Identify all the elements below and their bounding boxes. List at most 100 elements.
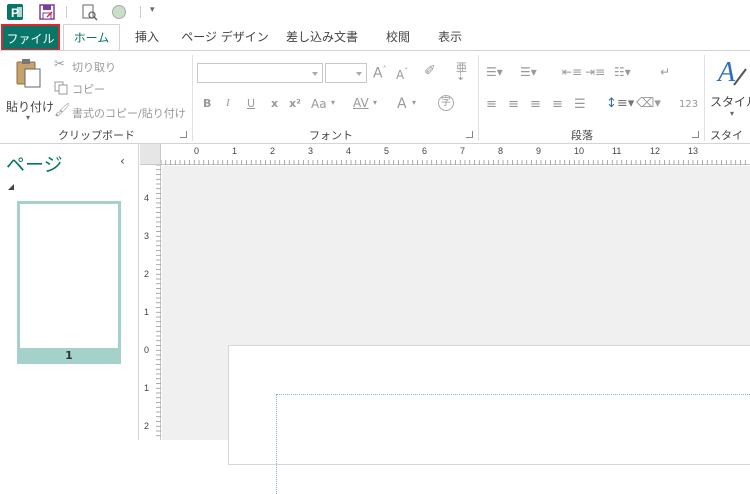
ribbon-separator <box>192 55 193 141</box>
increase-indent-icon[interactable]: ⇥≡ <box>585 65 605 79</box>
publisher-logo-icon[interactable]: P <box>6 3 24 21</box>
horizontal-ruler-ticks: 1012345678910111213 <box>161 144 750 165</box>
ruler-label: 3 <box>144 231 149 241</box>
italic-button[interactable]: I <box>226 97 230 109</box>
ruler-label: 6 <box>422 146 427 156</box>
ruler-label: 2 <box>270 146 275 156</box>
page-navigation-pane: ページ ‹ 1 <box>0 144 139 440</box>
qat-separator <box>66 6 67 18</box>
tab-review[interactable]: 校閲 <box>378 24 418 50</box>
tab-home[interactable]: ホーム <box>63 24 120 51</box>
line-spacing-icon[interactable]: ↕≡▾ <box>606 96 634 111</box>
collapse-pane-icon[interactable]: ‹ <box>120 154 125 168</box>
superscript-button[interactable]: x² <box>289 97 301 110</box>
ruler-label: 7 <box>460 146 465 156</box>
ruler-label: 5 <box>384 146 389 156</box>
styles-label: スタイル <box>710 93 750 110</box>
paste-icon <box>14 57 42 92</box>
tab-mailings[interactable]: 差し込み文書 <box>282 24 362 50</box>
grow-font-icon[interactable]: A˄ <box>373 65 387 82</box>
document-page[interactable] <box>228 345 750 465</box>
font-name-combo[interactable] <box>197 63 323 83</box>
ruler-label: 0 <box>194 146 199 156</box>
align-right-icon[interactable]: ≡ <box>530 97 541 112</box>
columns-icon[interactable]: ☷▾ <box>614 65 631 79</box>
ruler-label: 2 <box>144 269 149 279</box>
styles-icon: A <box>716 55 748 90</box>
ruler-label: 10 <box>574 146 584 156</box>
page-thumbnail[interactable] <box>17 201 121 361</box>
numbers-button[interactable]: 123 <box>679 99 698 110</box>
ribbon-home: 貼り付け ▾ ✂ 切り取り コピー 🖌 書式のコピー/貼り付け クリップボード … <box>0 50 750 144</box>
shrink-font-icon[interactable]: A˅ <box>396 67 408 82</box>
workspace-canvas[interactable] <box>162 166 750 440</box>
tab-page-design[interactable]: ページ デザイン <box>180 24 270 50</box>
distributed-icon[interactable]: ☰ <box>574 97 586 112</box>
align-center-icon[interactable]: ≡ <box>508 97 519 112</box>
justify-icon[interactable]: ≡ <box>552 97 563 112</box>
svg-text:A: A <box>716 57 736 87</box>
customize-qat-icon[interactable]: ▾ <box>150 5 168 23</box>
ruler-label: 9 <box>536 146 541 156</box>
ruler-label: 11 <box>612 146 621 156</box>
align-left-icon[interactable]: ≡ <box>486 97 497 112</box>
clear-format-icon[interactable]: ✐ <box>424 63 436 79</box>
margin-guide <box>276 394 750 494</box>
clipboard-dialog-launcher[interactable] <box>180 131 187 138</box>
tab-insert[interactable]: 挿入 <box>128 24 166 50</box>
chevron-down-icon: ▾ <box>730 109 734 118</box>
cut-button[interactable]: ✂ 切り取り <box>54 57 124 75</box>
vertical-text-icon[interactable]: 亜⇣ <box>456 63 467 81</box>
change-case-button[interactable]: Aa <box>311 97 327 111</box>
quick-access-toolbar: P ▾ <box>0 0 750 24</box>
qat-separator <box>140 6 141 18</box>
font-size-combo[interactable] <box>325 63 367 83</box>
chevron-down-icon: ▾ <box>26 113 30 122</box>
ribbon-separator <box>478 55 479 141</box>
chevron-down-icon[interactable]: ▾ <box>412 98 416 107</box>
shading-icon[interactable]: ⌫▾ <box>636 96 661 111</box>
copy-button[interactable]: コピー <box>54 79 124 97</box>
paragraph-group-label: 段落 <box>571 127 593 143</box>
line-break-icon[interactable]: ↵ <box>660 65 670 79</box>
tab-file[interactable]: ファイル <box>1 24 60 51</box>
chevron-down-icon[interactable]: ▾ <box>373 98 377 107</box>
font-dialog-launcher[interactable] <box>466 131 473 138</box>
chevron-down-icon[interactable]: ▾ <box>331 98 335 107</box>
copy-icon <box>54 81 68 98</box>
circle-icon[interactable] <box>110 3 128 21</box>
ribbon-separator <box>704 55 705 141</box>
format-painter-icon: 🖌 <box>54 103 71 118</box>
horizontal-ruler[interactable]: 1012345678910111213 <box>161 144 750 165</box>
bullets-icon[interactable]: ☰▾ <box>486 65 503 79</box>
decrease-indent-icon[interactable]: ⇤≡ <box>562 65 582 79</box>
strikethrough-button[interactable]: x <box>271 97 278 110</box>
numbering-icon[interactable]: ☰▾ <box>520 65 537 79</box>
nav-pane-title: ページ <box>6 150 63 177</box>
enclosed-char-icon[interactable]: 字 <box>438 95 454 111</box>
paragraph-dialog-launcher[interactable] <box>692 131 699 138</box>
ruler-label: 12 <box>650 146 660 156</box>
expand-triangle-icon[interactable] <box>8 184 14 190</box>
vertical-ruler-ticks: 4321012 <box>140 165 161 440</box>
underline-button[interactable]: U <box>247 97 255 110</box>
ruler-label: 0 <box>144 345 149 355</box>
bold-button[interactable]: B <box>203 97 211 110</box>
ribbon-tabs: ファイル ホーム 挿入 ページ デザイン 差し込み文書 校閲 表示 <box>0 24 750 50</box>
paste-button[interactable]: 貼り付け ▾ <box>4 57 50 119</box>
ruler-label: 8 <box>498 146 503 156</box>
format-painter-button[interactable]: 🖌 書式のコピー/貼り付け <box>54 103 188 121</box>
print-preview-icon[interactable] <box>80 3 98 21</box>
clipboard-group-label: クリップボード <box>58 127 135 143</box>
char-spacing-button[interactable]: AV <box>353 96 369 110</box>
styles-button[interactable]: A スタイル ▾ <box>708 55 750 119</box>
ruler-corner[interactable] <box>140 144 161 165</box>
vertical-ruler[interactable]: 4321012 <box>140 165 161 440</box>
font-color-button[interactable]: A <box>397 96 407 112</box>
ruler-label: 4 <box>144 193 149 203</box>
ruler-label: 3 <box>308 146 313 156</box>
tab-view[interactable]: 表示 <box>430 24 470 50</box>
ruler-label: 1 <box>144 307 149 317</box>
save-icon[interactable] <box>38 3 56 21</box>
page-thumbnail-number: 1 <box>17 348 121 364</box>
